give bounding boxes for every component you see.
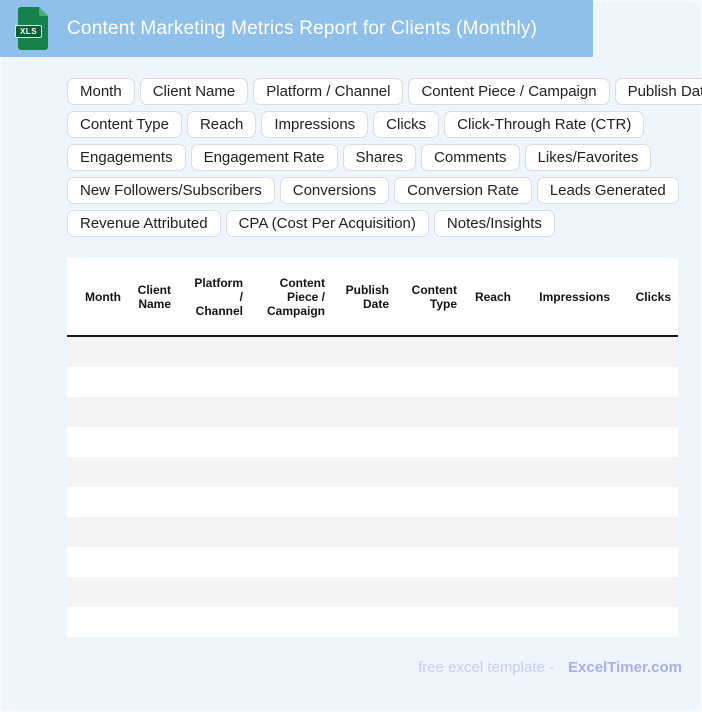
col-header-client-name: Client Name xyxy=(128,258,178,335)
header-line: Content xyxy=(279,275,325,290)
header-line: / xyxy=(239,289,243,304)
brand-link[interactable]: ExcelTimer.com xyxy=(568,659,682,676)
col-header-content-type: Content Type xyxy=(396,258,464,335)
xls-file-icon: XLS xyxy=(15,7,48,50)
tag-notes-insights[interactable]: Notes/Insights xyxy=(433,210,555,237)
col-header-publish-date: Publish Date xyxy=(332,258,396,335)
table-header-row: Month Client Name Platform / Channel Con… xyxy=(67,258,678,337)
tag-cpa[interactable]: CPA (Cost Per Acquisition) xyxy=(225,210,429,237)
header-line: Month xyxy=(85,289,121,304)
col-header-clicks: Clicks xyxy=(617,258,678,335)
col-header-impressions: Impressions xyxy=(518,258,617,335)
tag-conversion-rate[interactable]: Conversion Rate xyxy=(394,177,532,204)
tag-month[interactable]: Month xyxy=(67,78,135,105)
header-line: Channel xyxy=(195,303,243,318)
tag-row-4: New Followers/Subscribers Conversions Co… xyxy=(67,177,695,204)
col-header-month: Month xyxy=(67,258,128,335)
header-bar: Content Marketing Metrics Report for Cli… xyxy=(0,0,593,57)
header-line: Clicks xyxy=(635,289,671,304)
col-header-content-piece-campaign: Content Piece / Campaign xyxy=(250,258,332,335)
header-line: Piece / xyxy=(286,289,325,304)
table-row xyxy=(67,457,678,487)
xls-badge: XLS xyxy=(15,25,42,38)
table-row xyxy=(67,487,678,517)
tag-new-followers-subscribers[interactable]: New Followers/Subscribers xyxy=(67,177,275,204)
header-line: Impressions xyxy=(539,289,610,304)
col-header-platform-channel: Platform / Channel xyxy=(178,258,250,335)
tag-conversions[interactable]: Conversions xyxy=(279,177,390,204)
footer-text: free excel template - xyxy=(418,659,555,676)
table-row xyxy=(67,337,678,367)
table-row xyxy=(67,547,678,577)
table-row xyxy=(67,607,678,637)
tag-client-name[interactable]: Client Name xyxy=(139,78,249,105)
tag-engagements[interactable]: Engagements xyxy=(67,144,186,171)
tag-row-5: Revenue Attributed CPA (Cost Per Acquisi… xyxy=(67,210,695,237)
col-header-reach: Reach xyxy=(464,258,518,335)
tag-impressions[interactable]: Impressions xyxy=(261,111,369,138)
tag-likes-favorites[interactable]: Likes/Favorites xyxy=(524,144,652,171)
header-line: Name xyxy=(138,296,171,311)
tag-reach[interactable]: Reach xyxy=(186,111,257,138)
tag-platform-channel[interactable]: Platform / Channel xyxy=(253,78,404,105)
header-line: Campaign xyxy=(266,303,325,318)
tag-comments[interactable]: Comments xyxy=(421,144,520,171)
tag-shares[interactable]: Shares xyxy=(342,144,417,171)
tag-leads-generated[interactable]: Leads Generated xyxy=(536,177,679,204)
table-row xyxy=(67,397,678,427)
metric-tags-section: Month Client Name Platform / Channel Con… xyxy=(67,78,702,243)
tag-revenue-attributed[interactable]: Revenue Attributed xyxy=(67,210,221,237)
table-row xyxy=(67,577,678,607)
tag-publish-date[interactable]: Publish Date xyxy=(614,78,702,105)
header-line: Type xyxy=(429,296,457,311)
tag-content-type[interactable]: Content Type xyxy=(67,111,182,138)
table-row xyxy=(67,367,678,397)
header-line: Reach xyxy=(474,289,511,304)
tag-clicks[interactable]: Clicks xyxy=(373,111,440,138)
tag-click-through-rate[interactable]: Click-Through Rate (CTR) xyxy=(444,111,645,138)
header-line: Content xyxy=(411,282,457,297)
table-body xyxy=(67,337,678,637)
tag-row-1: Month Client Name Platform / Channel Con… xyxy=(67,78,702,105)
tag-content-piece-campaign[interactable]: Content Piece / Campaign xyxy=(408,78,610,105)
header-line: Publish xyxy=(345,282,389,297)
page: Content Marketing Metrics Report for Cli… xyxy=(0,0,702,712)
page-title: Content Marketing Metrics Report for Cli… xyxy=(67,18,538,39)
header-line: Platform xyxy=(194,275,243,290)
footer: free excel template - ExcelTimer.com xyxy=(418,658,682,678)
tag-row-2: Content Type Reach Impressions Clicks Cl… xyxy=(67,111,695,138)
table-row xyxy=(67,427,678,457)
header-line: Client xyxy=(137,282,171,297)
tag-row-3: Engagements Engagement Rate Shares Comme… xyxy=(67,144,695,171)
table-row xyxy=(67,517,678,547)
tag-engagement-rate[interactable]: Engagement Rate xyxy=(190,144,338,171)
header-line: Date xyxy=(362,296,389,311)
